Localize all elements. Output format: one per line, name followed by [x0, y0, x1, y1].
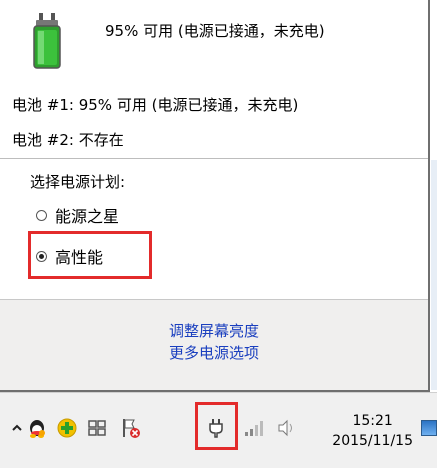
more-power-options-link[interactable]: 更多电源选项 [0, 342, 428, 363]
clock-time: 15:21 [352, 413, 393, 429]
action-center-error-icon[interactable] [120, 417, 142, 439]
plan-option-label: 能源之星 [55, 207, 120, 226]
highlight-box-plan [28, 231, 152, 279]
speaker-icon[interactable] [276, 417, 298, 439]
background-window-edge [431, 160, 437, 390]
radio-unchecked-icon[interactable] [36, 209, 47, 221]
battery-2-status: 不存在 [78, 131, 124, 149]
battery-1-row: 电池 #1: 95% 可用 (电源已接通，未充电) [12, 94, 298, 115]
plan-title: 选择电源计划: [30, 173, 126, 191]
links-section: 调整屏幕亮度 更多电源选项 [0, 299, 428, 390]
screen: 95% 可用 (电源已接通，未充电) 电池 #1: 95% 可用 (电源已接通，… [0, 0, 437, 468]
show-desktop-icon[interactable] [421, 420, 437, 436]
battery-2-label: 电池 #2: [12, 131, 74, 149]
power-flyout: 95% 可用 (电源已接通，未充电) 电池 #1: 95% 可用 (电源已接通，… [0, 0, 430, 392]
battery-plugged-icon [30, 12, 64, 70]
clock-date: 2015/11/15 [332, 433, 413, 449]
battery-1-status: 95% 可用 (电源已接通，未充电) [78, 96, 299, 114]
plus-icon[interactable] [56, 417, 78, 439]
plan-option-energy-star[interactable]: 能源之星 [36, 203, 119, 227]
windows-flag-icon[interactable] [86, 417, 108, 439]
taskbar: 15:21 2015/11/15 [0, 392, 437, 468]
battery-1-label: 电池 #1: [12, 96, 74, 114]
adjust-brightness-link[interactable]: 调整屏幕亮度 [0, 320, 428, 341]
highlight-box-tray [195, 402, 238, 450]
network-bars-icon[interactable] [243, 417, 265, 439]
qq-icon[interactable] [26, 417, 48, 439]
chevron-up-icon[interactable] [6, 417, 28, 439]
battery-summary-text: 95% 可用 (电源已接通，未充电) [105, 22, 325, 40]
system-clock[interactable]: 15:21 2015/11/15 [332, 411, 413, 451]
power-plan-section: 选择电源计划: 能源之星 高性能 [0, 159, 428, 299]
battery-status-section: 95% 可用 (电源已接通，未充电) 电池 #1: 95% 可用 (电源已接通，… [0, 0, 428, 156]
battery-2-row: 电池 #2: 不存在 [12, 129, 124, 150]
